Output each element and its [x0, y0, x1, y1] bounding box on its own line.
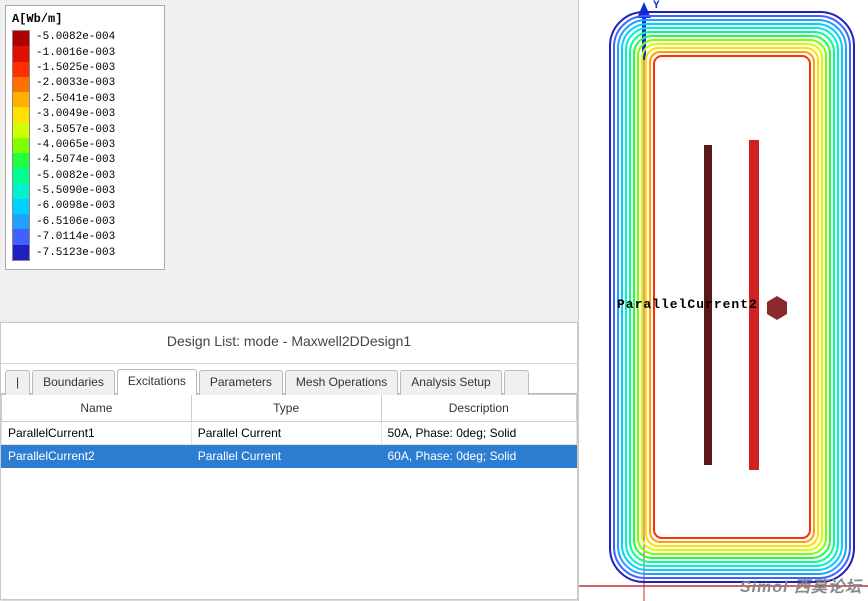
legend-swatch [13, 168, 29, 183]
plot-area[interactable]: Y ParallelCurrent2 Simol 西莫论坛 [578, 0, 868, 601]
contour-plot [579, 0, 868, 601]
legend-value: -6.5106e-003 [36, 215, 115, 230]
legend-swatch [13, 46, 29, 61]
contour-line [618, 20, 846, 574]
table-cell[interactable]: ParallelCurrent1 [2, 422, 192, 445]
legend-colorbar [12, 30, 30, 261]
table-cell[interactable]: 50A, Phase: 0deg; Solid [381, 422, 577, 445]
table-cell[interactable]: 60A, Phase: 0deg; Solid [381, 445, 577, 468]
legend-swatch [13, 184, 29, 199]
legend-swatch [13, 123, 29, 138]
column-header[interactable]: Type [191, 395, 381, 422]
legend-value: -2.0033e-003 [36, 76, 115, 91]
legend-value: -4.5074e-003 [36, 153, 115, 168]
legend-swatch [13, 199, 29, 214]
conductor-right[interactable] [749, 140, 759, 470]
contour-line [646, 48, 818, 546]
legend-value: -6.0098e-003 [36, 199, 115, 214]
legend-value: -4.0065e-003 [36, 138, 115, 153]
contour-line [638, 40, 826, 554]
tab-tab[interactable] [504, 370, 529, 395]
contour-line [626, 28, 838, 566]
legend-swatch [13, 214, 29, 229]
watermark: Simol 西莫论坛 [740, 573, 862, 597]
legend-labels: -5.0082e-004-1.0016e-003-1.5025e-003-2.0… [36, 30, 115, 261]
column-header[interactable]: Description [381, 395, 577, 422]
table-row[interactable]: ParallelCurrent2Parallel Current60A, Pha… [2, 445, 577, 468]
tab-parameters[interactable]: Parameters [199, 370, 283, 395]
contour-line [654, 56, 810, 538]
design-list-table-wrap: NameTypeDescription ParallelCurrent1Para… [1, 393, 577, 468]
legend-value: -1.5025e-003 [36, 61, 115, 76]
design-list-title: Design List: mode - Maxwell2DDesign1 [1, 323, 577, 364]
legend-swatch [13, 138, 29, 153]
contour-line [650, 52, 814, 542]
current-marker-icon[interactable] [767, 296, 787, 320]
table-row[interactable]: ParallelCurrent1Parallel Current50A, Pha… [2, 422, 577, 445]
legend-swatch [13, 153, 29, 168]
table-body: ParallelCurrent1Parallel Current50A, Pha… [2, 422, 577, 468]
legend-swatch [13, 31, 29, 46]
contour-line [630, 32, 834, 562]
tab-mesh-operations[interactable]: Mesh Operations [285, 370, 398, 395]
legend-swatch [13, 92, 29, 107]
legend-swatch [13, 107, 29, 122]
table-header-row: NameTypeDescription [2, 395, 577, 422]
tab-boundaries[interactable]: Boundaries [32, 370, 115, 395]
design-list-table: NameTypeDescription ParallelCurrent1Para… [1, 394, 577, 468]
design-list-panel: Design List: mode - Maxwell2DDesign1 |Bo… [0, 322, 578, 600]
legend-swatch [13, 62, 29, 77]
tab-analysis-setup[interactable]: Analysis Setup [400, 370, 501, 395]
legend-value: -5.0082e-003 [36, 169, 115, 184]
field-legend: A[Wb/m] -5.0082e-004-1.0016e-003-1.5025e… [5, 5, 165, 270]
design-list-tabs: |BoundariesExcitationsParametersMesh Ope… [1, 364, 577, 394]
contour-line [634, 36, 830, 558]
legend-swatch [13, 245, 29, 260]
conductor-left[interactable] [704, 145, 712, 465]
legend-value: -3.5057e-003 [36, 122, 115, 137]
legend-value: -2.5041e-003 [36, 92, 115, 107]
table-cell[interactable]: ParallelCurrent2 [2, 445, 192, 468]
table-cell[interactable]: Parallel Current [191, 445, 381, 468]
legend-title: A[Wb/m] [12, 12, 158, 26]
legend-body: -5.0082e-004-1.0016e-003-1.5025e-003-2.0… [12, 30, 158, 261]
legend-swatch [13, 77, 29, 92]
legend-value: -3.0049e-003 [36, 107, 115, 122]
table-cell[interactable]: Parallel Current [191, 422, 381, 445]
legend-value: -5.5090e-003 [36, 184, 115, 199]
tab-excitations[interactable]: Excitations [117, 369, 197, 395]
legend-value: -1.0016e-003 [36, 45, 115, 60]
tab-tab[interactable]: | [5, 370, 30, 395]
legend-swatch [13, 229, 29, 244]
column-header[interactable]: Name [2, 395, 192, 422]
legend-value: -5.0082e-004 [36, 30, 115, 45]
contour-line [642, 44, 822, 550]
legend-value: -7.5123e-003 [36, 245, 115, 260]
legend-value: -7.0114e-003 [36, 230, 115, 245]
